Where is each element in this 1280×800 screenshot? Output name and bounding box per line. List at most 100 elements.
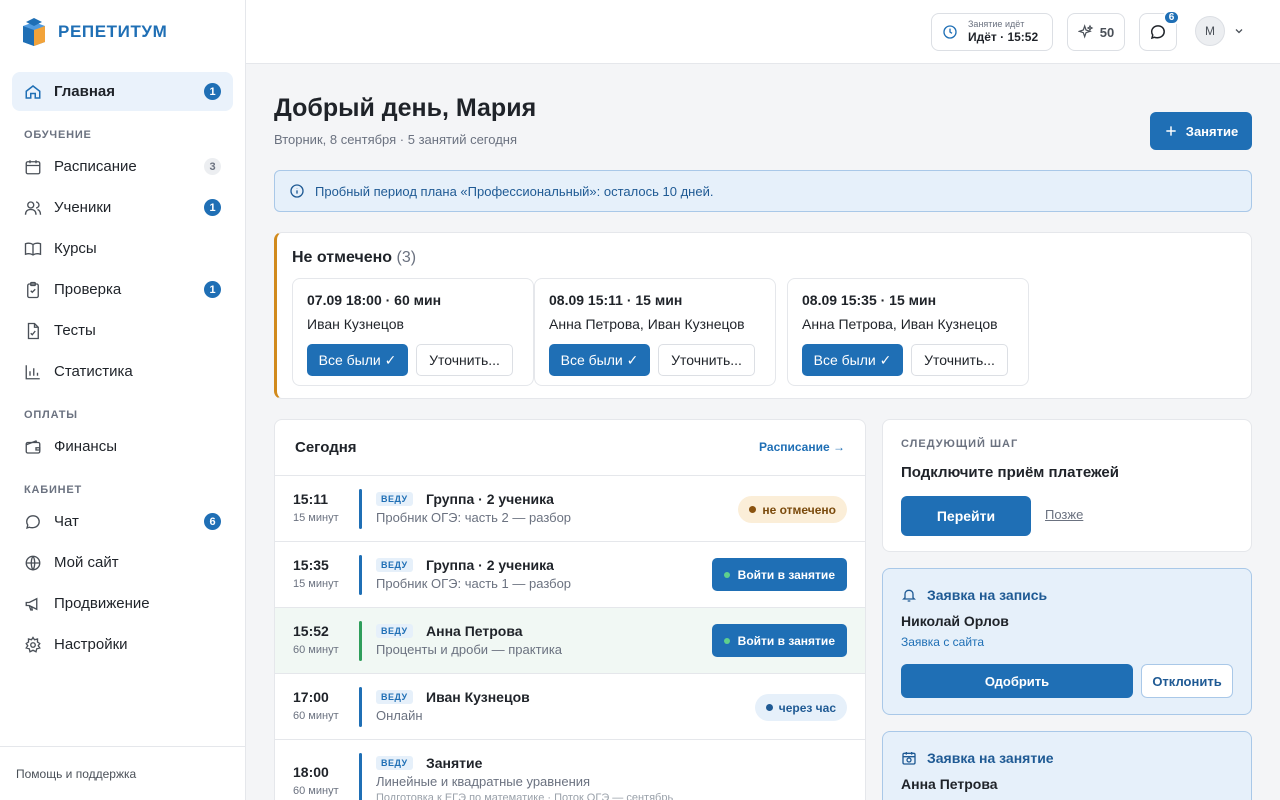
- add-lesson-button[interactable]: Занятие: [1150, 112, 1252, 150]
- approve-button[interactable]: Одобрить: [901, 664, 1133, 698]
- live-dot: [723, 571, 730, 578]
- role-tag: ВЕДУ: [376, 558, 413, 572]
- info-icon: [290, 184, 304, 198]
- page-title: Добрый день, Мария: [274, 94, 537, 122]
- sidebar-item-statistics[interactable]: Статистика: [12, 352, 233, 391]
- all-present-button[interactable]: Все были ✓: [549, 344, 650, 376]
- megaphone-icon: [24, 595, 42, 613]
- lesson-time: 15:35: [293, 557, 329, 573]
- role-tag: ВЕДУ: [376, 756, 413, 770]
- sidebar-item-label: Финансы: [54, 438, 117, 455]
- bar-chart-icon: [24, 363, 42, 381]
- sidebar-item-settings[interactable]: Настройки: [12, 625, 233, 664]
- sidebar-item-tests[interactable]: Тесты: [12, 311, 233, 350]
- messages-button[interactable]: 6: [1139, 10, 1180, 51]
- lesson-desc: Пробник ОГЭ: часть 1 — разбор: [376, 576, 572, 591]
- clock-icon: [943, 25, 957, 39]
- go-button[interactable]: Перейти: [901, 496, 1031, 536]
- unmarked-lessons-panel: Не отмечено (3) 07.09 18:00 · 60 мин Ива…: [274, 232, 1252, 399]
- unmarked-card: 08.09 15:11 · 15 мин Анна Петрова, Иван …: [534, 278, 776, 386]
- sidebar-nav: Главная 1 ОБУЧЕНИЕ Расписание 3 Ученики …: [12, 72, 233, 666]
- all-present-button[interactable]: Все были ✓: [307, 344, 408, 376]
- status-text: не отмечено: [762, 502, 836, 517]
- join-lesson-button[interactable]: Войти в занятие: [711, 558, 847, 591]
- unmarked-count: (3): [396, 249, 417, 266]
- section-title-cabinet: КАБИНЕТ: [24, 484, 83, 496]
- lesson-status-pill[interactable]: Занятие идёт Идёт · 15:52: [931, 13, 1053, 51]
- status-text: через час: [778, 700, 836, 715]
- sidebar-item-review[interactable]: Проверка 1: [12, 270, 233, 309]
- join-label: Войти в занятие: [737, 567, 835, 582]
- clarify-button[interactable]: Уточнить...: [658, 344, 755, 376]
- clarify-button[interactable]: Уточнить...: [416, 344, 513, 376]
- lesson-title: Иван Кузнецов: [426, 689, 530, 705]
- lesson-duration: 60 минут: [293, 785, 339, 797]
- next-step-label: СЛЕДУЮЩИЙ ШАГ: [901, 438, 1019, 450]
- sidebar-item-home[interactable]: Главная 1: [12, 72, 233, 111]
- plus-icon: [1166, 126, 1176, 136]
- chat-bubble-icon: [1150, 25, 1165, 40]
- booking-request-title: Заявка на запись: [927, 587, 1048, 603]
- logo[interactable]: РЕПЕТИТУМ: [20, 16, 167, 48]
- nav-badge: 3: [204, 158, 221, 175]
- sidebar-item-label: Ученики: [54, 199, 112, 216]
- later-link[interactable]: Позже: [1045, 507, 1083, 522]
- join-label: Войти в занятие: [737, 633, 835, 648]
- today-schedule-panel: Сегодня Расписание → 15:11 15 минут ВЕДУ…: [274, 419, 866, 800]
- all-present-button[interactable]: Все были ✓: [802, 344, 903, 376]
- sidebar-item-label: Статистика: [54, 363, 133, 380]
- lesson-title: Группа · 2 ученика: [426, 491, 554, 507]
- role-tag: ВЕДУ: [376, 624, 413, 638]
- request-source: Заявка с сайта: [901, 635, 985, 649]
- table-row[interactable]: 17:00 60 минут ВЕДУ Иван Кузнецов Онлайн…: [275, 674, 865, 740]
- nav-badge: 6: [204, 513, 221, 530]
- sidebar-item-schedule[interactable]: Расписание 3: [12, 147, 233, 186]
- sidebar-item-label: Продвижение: [54, 595, 150, 612]
- avatar[interactable]: М: [1195, 16, 1225, 46]
- table-row[interactable]: 15:52 60 минут ВЕДУ Анна Петрова Процент…: [275, 608, 865, 674]
- booking-request-card: Заявка на запись Николай Орлов Заявка с …: [882, 568, 1252, 715]
- lesson-title: Анна Петрова: [426, 623, 523, 639]
- sidebar-item-students[interactable]: Ученики 1: [12, 188, 233, 227]
- section-title-payments: ОПЛАТЫ: [24, 409, 78, 421]
- gear-icon: [24, 635, 42, 654]
- section-title-learning: ОБУЧЕНИЕ: [24, 129, 92, 141]
- sidebar-item-my-site[interactable]: Мой сайт: [12, 543, 233, 582]
- table-row[interactable]: 18:00 60 минут ВЕДУ Занятие Линейные и к…: [275, 740, 865, 800]
- unmarked-when: 08.09 15:11 · 15 мин: [549, 292, 683, 308]
- lesson-request-header: Заявка на занятие: [901, 750, 1054, 766]
- lesson-desc: Пробник ОГЭ: часть 2 — разбор: [376, 510, 572, 525]
- sidebar-item-label: Настройки: [54, 636, 128, 653]
- lesson-status-label: Занятие идёт: [968, 19, 1025, 29]
- nav-badge: 1: [204, 281, 221, 298]
- lesson-desc-secondary: Подготовка к ЕГЭ по математике · Поток О…: [376, 792, 674, 800]
- sidebar-item-promotion[interactable]: Продвижение: [12, 584, 233, 623]
- test-file-icon: [24, 322, 42, 340]
- calendar-icon: [24, 158, 42, 176]
- lesson-status-value: Идёт · 15:52: [968, 30, 1039, 44]
- role-tag: ВЕДУ: [376, 690, 413, 704]
- join-lesson-button[interactable]: Войти в занятие: [711, 624, 847, 657]
- points-pill[interactable]: 50: [1067, 13, 1125, 51]
- table-row[interactable]: 15:11 15 минут ВЕДУ Группа · 2 ученика П…: [275, 476, 865, 542]
- clarify-button[interactable]: Уточнить...: [911, 344, 1008, 376]
- lesson-time: 17:00: [293, 689, 329, 705]
- schedule-link[interactable]: Расписание →: [759, 440, 845, 454]
- chevron-down-icon[interactable]: [1233, 25, 1245, 37]
- sidebar-item-label: Чат: [54, 513, 79, 530]
- unmarked-when: 08.09 15:35 · 15 мин: [802, 292, 937, 308]
- trial-notice-text: Пробный период плана «Профессиональный»:…: [315, 183, 714, 199]
- table-row[interactable]: 15:35 15 минут ВЕДУ Группа · 2 ученика П…: [275, 542, 865, 608]
- help-link[interactable]: Помощь и поддержка: [0, 746, 245, 800]
- brand-name: РЕПЕТИТУМ: [58, 22, 168, 41]
- decline-button[interactable]: Отклонить: [1141, 664, 1233, 698]
- lesson-desc: Проценты и дроби — практика: [376, 642, 563, 657]
- home-icon: [24, 83, 42, 101]
- sidebar-item-courses[interactable]: Курсы: [12, 229, 233, 268]
- chat-icon: [24, 513, 42, 531]
- topbar: Занятие идёт Идёт · 15:52 50 6 М: [246, 0, 1280, 64]
- sidebar-item-finance[interactable]: Финансы: [12, 427, 233, 466]
- lesson-duration: 60 минут: [293, 710, 339, 722]
- sidebar-item-chat[interactable]: Чат 6: [12, 502, 233, 541]
- book-icon: [24, 240, 42, 258]
